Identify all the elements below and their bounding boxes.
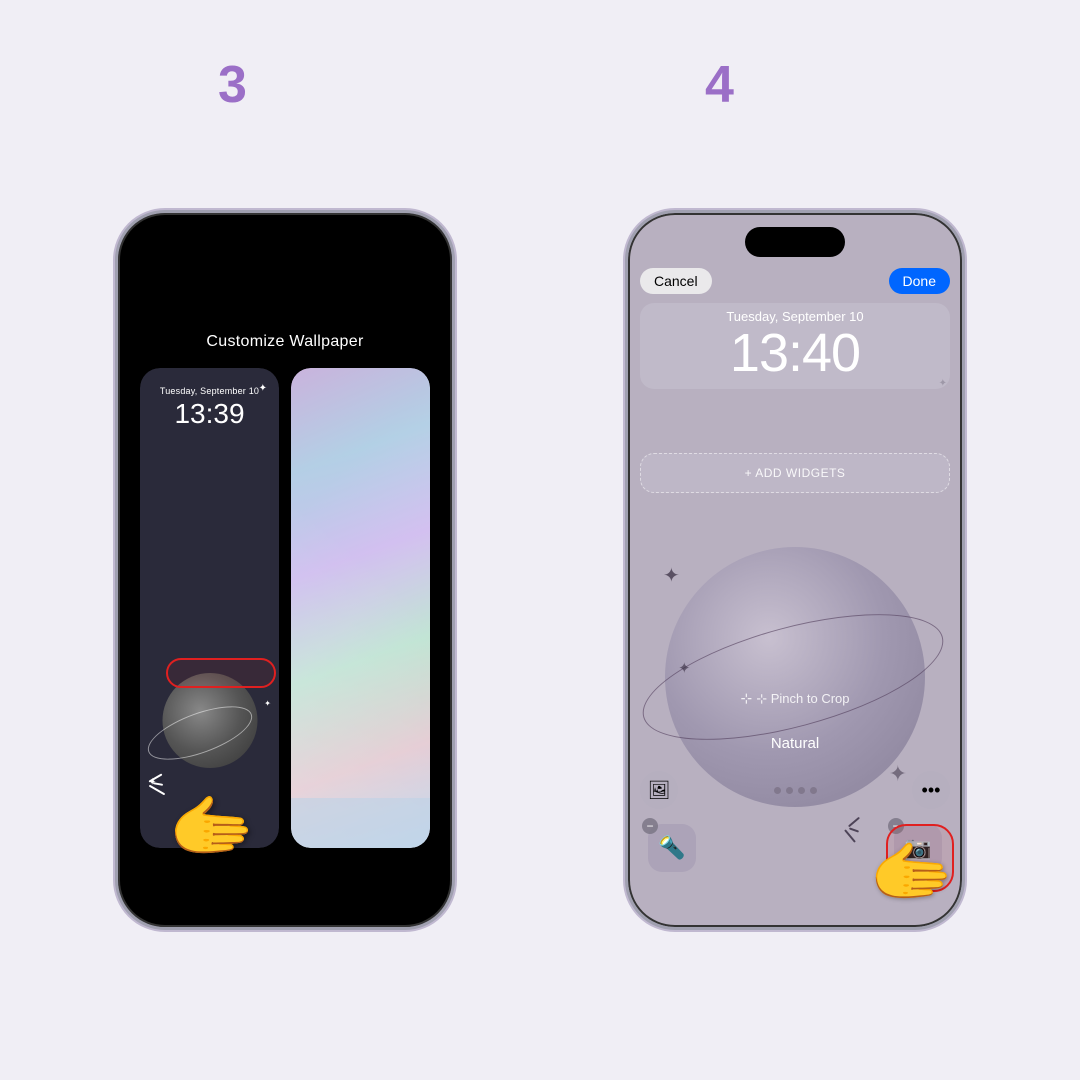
customize-wallpaper-label: Customize Wallpaper xyxy=(118,333,452,351)
power-button-4 xyxy=(963,333,965,393)
datetime-edit-box[interactable]: Tuesday, September 10 13:40 xyxy=(640,303,950,389)
hand-icon-3: 🫱 xyxy=(168,792,255,862)
silent-switch-4 xyxy=(625,288,627,306)
preview-date: Tuesday, September 10 xyxy=(160,386,259,396)
home-screen-card[interactable]: Home Screen xyxy=(291,368,430,848)
top-bar: Cancel Done xyxy=(640,268,950,294)
dot-2 xyxy=(786,787,793,794)
flashlight-minus-badge: − xyxy=(642,818,658,834)
star-icon-2: ✦ xyxy=(264,699,271,708)
crop-icon: ⊹ xyxy=(740,690,752,707)
hand-cursor-3: 🫱 xyxy=(168,792,255,862)
step-4-number: 4 xyxy=(705,55,734,115)
phone-3: Customize Wallpaper ✦ ✦ ✦ Tuesday, Septe… xyxy=(115,210,455,930)
home-preview-bg xyxy=(291,368,430,848)
gallery-icon[interactable]: 🖼 xyxy=(640,771,678,809)
step-3-number: 3 xyxy=(218,55,247,115)
natural-label: Natural xyxy=(628,735,962,752)
volume-down-button-4 xyxy=(625,358,627,393)
star-icon-1: ✦ xyxy=(259,383,267,394)
silent-switch xyxy=(115,288,117,306)
dot-1 xyxy=(774,787,781,794)
sparkle-line-2 xyxy=(153,782,163,786)
dot-3 xyxy=(798,787,805,794)
dot-4 xyxy=(810,787,817,794)
shimmer-overlay xyxy=(291,368,430,848)
preview-time: 13:39 xyxy=(174,398,244,430)
add-widgets-label: + ADD WIDGETS xyxy=(745,466,846,480)
pinch-to-crop-label: ⊹ ⊹ Pinch to Crop xyxy=(740,690,849,707)
style-dots xyxy=(774,787,817,794)
phone-4-section: ✦ ✦ ✦ ✦ Cancel Done Tuesday, September 1… xyxy=(625,210,965,930)
hand-cursor-4: 🫱 xyxy=(869,839,954,907)
home-dock xyxy=(291,798,430,848)
widgets-box[interactable]: + ADD WIDGETS xyxy=(640,453,950,493)
wallpaper-options: ✦ ✦ ✦ Tuesday, September 10 13:39 Lock S… xyxy=(140,368,430,848)
lock-screen-highlight xyxy=(166,658,276,688)
dynamic-island-4 xyxy=(745,227,845,257)
flashlight-icon: 🔦 xyxy=(658,835,685,861)
flashlight-button[interactable]: − 🔦 xyxy=(648,824,696,872)
phone-4: ✦ ✦ ✦ ✦ Cancel Done Tuesday, September 1… xyxy=(625,210,965,930)
cancel-button[interactable]: Cancel xyxy=(640,268,712,294)
volume-up-button xyxy=(115,313,117,348)
more-options-icon[interactable]: ••• xyxy=(912,771,950,809)
edit-date: Tuesday, September 10 xyxy=(652,309,938,324)
dynamic-island-3 xyxy=(235,227,335,257)
edit-time: 13:40 xyxy=(652,324,938,383)
main-container: 3 4 Customize Wallpaper ✦ xyxy=(0,0,1080,1080)
phone-3-section: Customize Wallpaper ✦ ✦ ✦ Tuesday, Septe… xyxy=(115,210,455,930)
hand-icon-4: 🫱 xyxy=(869,839,954,907)
power-button xyxy=(453,333,455,393)
volume-down-button xyxy=(115,358,117,393)
sparkle-large-2: ✦ xyxy=(678,659,691,677)
done-button[interactable]: Done xyxy=(889,268,950,294)
volume-up-button-4 xyxy=(625,313,627,348)
sparkle-group-3 xyxy=(148,777,166,791)
sparkle-large-1: ✦ xyxy=(663,563,680,588)
bottom-toolbar: 🖼 ••• xyxy=(640,771,950,809)
